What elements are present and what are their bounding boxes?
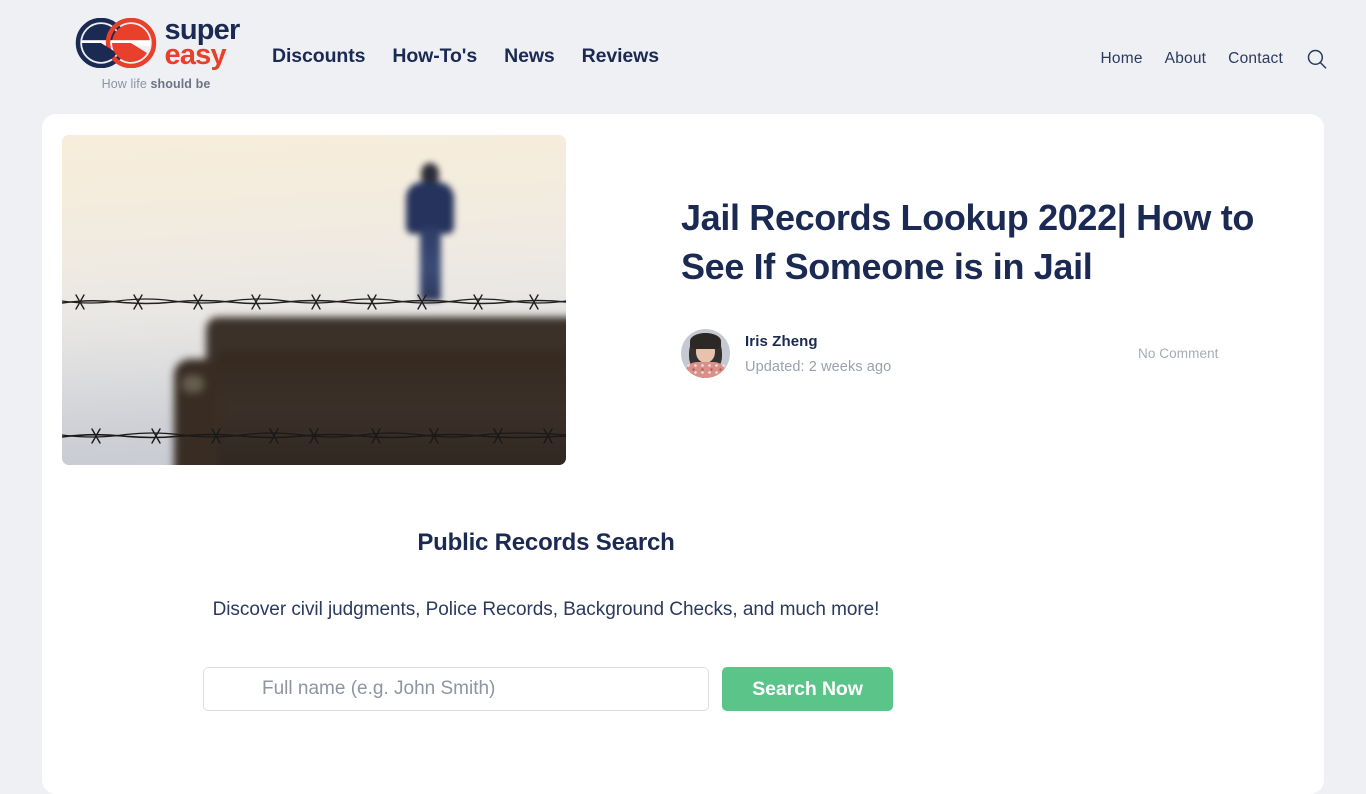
logo-wordmark: super easy xyxy=(164,16,241,71)
article-header: Jail Records Lookup 2022| How to See If … xyxy=(681,194,1281,379)
tagline-bold: should be xyxy=(150,77,211,91)
search-now-button[interactable]: Search Now xyxy=(722,667,893,711)
site-header: super easy How life should be Discounts … xyxy=(0,0,1366,114)
logo-row: super easy xyxy=(73,16,241,71)
site-logo[interactable]: super easy How life should be xyxy=(42,16,270,91)
records-search-subtitle: Discover civil judgments, Police Records… xyxy=(212,599,880,620)
barbed-wire-top-icon xyxy=(62,294,566,310)
nav-reviews[interactable]: Reviews xyxy=(582,45,659,68)
utility-navigation: Home About Contact xyxy=(1101,48,1329,70)
barbed-wire-bottom-icon xyxy=(62,428,566,444)
avatar[interactable] xyxy=(681,329,730,379)
article-hero-image xyxy=(62,135,566,465)
brand-tagline: How life should be xyxy=(102,77,211,91)
byline-text: Iris Zheng Updated: 2 weeks ago xyxy=(745,333,891,375)
logo-word-easy: easy xyxy=(164,39,227,71)
public-records-search-widget: Public Records Search Discover civil jud… xyxy=(42,529,1050,711)
primary-navigation: Discounts How-To's News Reviews xyxy=(272,45,659,68)
double-e-logo-icon xyxy=(75,18,156,68)
nav-contact[interactable]: Contact xyxy=(1228,50,1283,68)
nav-how-tos[interactable]: How-To's xyxy=(392,45,477,68)
nav-about[interactable]: About xyxy=(1165,50,1207,68)
avatar-hair-front xyxy=(690,333,721,350)
updated-timestamp: Updated: 2 weeks ago xyxy=(745,358,892,375)
search-toggle-button[interactable] xyxy=(1306,48,1328,70)
records-search-form: Search Now xyxy=(42,667,1050,711)
nav-discounts[interactable]: Discounts xyxy=(272,45,365,68)
page-title: Jail Records Lookup 2022| How to See If … xyxy=(681,197,1255,287)
author-name[interactable]: Iris Zheng xyxy=(745,333,891,350)
search-icon xyxy=(1307,49,1327,69)
nav-home[interactable]: Home xyxy=(1101,50,1143,68)
comment-count[interactable]: No Comment xyxy=(1138,346,1219,361)
article-card: Jail Records Lookup 2022| How to See If … xyxy=(42,114,1324,794)
structure-highlight xyxy=(182,375,204,393)
byline: Iris Zheng Updated: 2 weeks ago No Comme… xyxy=(681,329,1281,379)
full-name-input[interactable] xyxy=(203,667,709,711)
tagline-light: How life xyxy=(101,77,151,91)
avatar-clothing xyxy=(685,362,726,379)
nav-news[interactable]: News xyxy=(504,45,555,68)
records-search-heading: Public Records Search xyxy=(417,529,675,556)
